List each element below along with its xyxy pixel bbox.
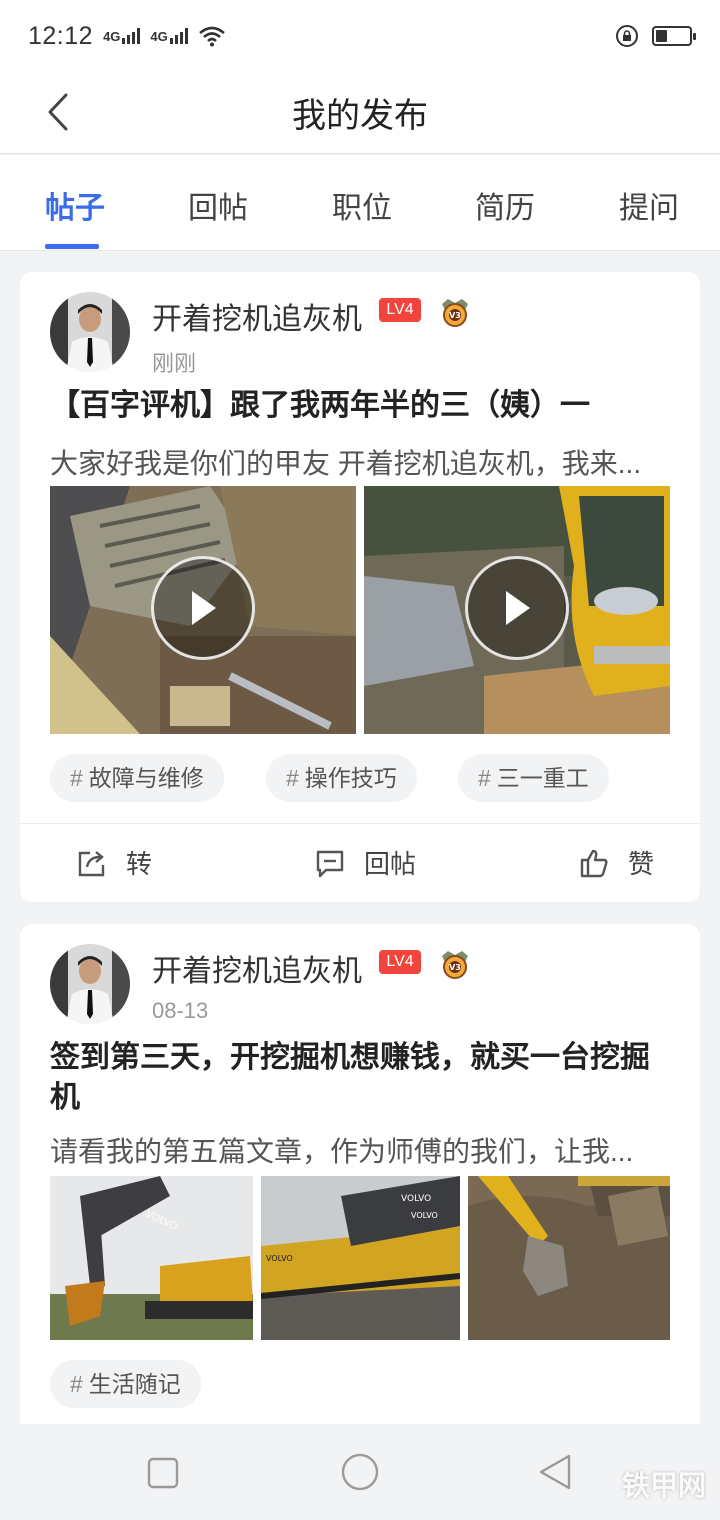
post-image[interactable] xyxy=(468,1176,670,1340)
tab-bar: 帖子 回帖 职位 简历 提问 xyxy=(0,155,720,251)
topic-tag[interactable]: # 故障与维修 xyxy=(50,754,224,802)
thumbs-up-icon xyxy=(580,849,608,877)
signal-icon: 4G xyxy=(103,28,141,44)
tag-label: 生活随记 xyxy=(88,1371,181,1397)
post-card-2[interactable]: 开着挖机追灰机 LV4 V3 08-13 签到第三天，开挖掘机想赚钱，就买一台挖… xyxy=(20,924,700,1444)
topic-tag[interactable]: # 生活随记 xyxy=(50,1360,201,1408)
post-excerpt[interactable]: 大家好我是你们的甲友 开着挖机追灰机，我来... xyxy=(50,442,670,482)
reply-label: 回帖 xyxy=(364,849,417,879)
network-type-label-2: 4G xyxy=(150,29,168,44)
vip-badge-icon: V3 xyxy=(442,299,468,327)
post-time: 刚刚 xyxy=(152,351,197,376)
hash-icon: # xyxy=(70,765,83,791)
network-type-label: 4G xyxy=(103,29,121,44)
chevron-left-icon xyxy=(48,93,68,131)
post-title[interactable]: 【百字评机】跟了我两年半的三（姨）一 xyxy=(50,386,675,426)
post-title[interactable]: 签到第三天，开挖掘机想赚钱，就买一台挖掘机 xyxy=(50,1038,675,1118)
play-icon xyxy=(506,591,530,625)
video-thumbnail-2[interactable] xyxy=(364,486,670,734)
post-excerpt[interactable]: 请看我的第五篇文章，作为师傅的我们，让我... xyxy=(50,1130,670,1170)
system-navigation-bar: 铁甲网 xyxy=(0,1424,720,1520)
back-nav-button[interactable] xyxy=(537,1452,573,1492)
author-name[interactable]: 开着挖机追灰机 xyxy=(152,946,362,990)
tag-label: 操作技巧 xyxy=(304,765,397,791)
share-icon xyxy=(78,850,105,876)
svg-text:V3: V3 xyxy=(449,311,461,320)
avatar[interactable] xyxy=(50,944,130,1024)
active-tab-indicator xyxy=(45,244,99,249)
tab-jobs[interactable]: 职位 xyxy=(332,183,392,227)
share-button[interactable]: 转 xyxy=(76,844,152,881)
battery-icon xyxy=(652,26,696,46)
tab-posts[interactable]: 帖子 xyxy=(45,183,105,227)
home-button[interactable] xyxy=(340,1452,380,1492)
recent-apps-button[interactable] xyxy=(146,1456,180,1490)
rotation-lock-icon xyxy=(616,25,638,47)
play-button[interactable] xyxy=(465,556,569,660)
svg-text:VOLVO: VOLVO xyxy=(266,1254,293,1263)
hash-icon: # xyxy=(478,765,491,791)
status-bar: 12:12 4G 4G xyxy=(0,0,720,72)
tag-label: 故障与维修 xyxy=(88,765,204,791)
avatar[interactable] xyxy=(50,292,130,372)
play-icon xyxy=(192,591,216,625)
post-time: 08-13 xyxy=(152,998,209,1023)
like-label: 赞 xyxy=(628,849,655,879)
video-thumbnail[interactable] xyxy=(50,486,356,734)
tag-label: 三一重工 xyxy=(496,765,589,791)
hash-icon: # xyxy=(286,765,299,791)
tab-resume[interactable]: 简历 xyxy=(475,183,535,227)
hash-icon: # xyxy=(70,1371,83,1397)
topic-tag[interactable]: # 三一重工 xyxy=(458,754,609,802)
page-title: 我的发布 xyxy=(292,97,428,135)
comment-icon xyxy=(316,850,344,877)
tab-questions[interactable]: 提问 xyxy=(619,183,679,227)
watermark-logo: 铁甲网 xyxy=(621,1470,706,1501)
wifi-icon xyxy=(198,26,225,47)
status-time: 12:12 xyxy=(28,21,94,50)
reply-button[interactable]: 回帖 xyxy=(314,844,416,881)
post-image[interactable]: VOLVO VOLVO VOLVO xyxy=(261,1176,460,1340)
back-button[interactable] xyxy=(36,86,80,138)
vip-badge-icon: V3 xyxy=(442,951,468,979)
like-button[interactable]: 赞 xyxy=(578,844,654,881)
topic-tag[interactable]: # 操作技巧 xyxy=(266,754,417,802)
header-bar: 我的发布 xyxy=(0,72,720,154)
level-badge: LV4 xyxy=(379,298,421,322)
signal-icon-2: 4G xyxy=(150,28,188,44)
play-button[interactable] xyxy=(151,556,255,660)
post-card[interactable]: 开着挖机追灰机 LV4 V3 刚刚 【百字评机】跟了我两年半的三（姨）一 大家好… xyxy=(20,272,700,902)
share-label: 转 xyxy=(126,849,153,879)
post-image[interactable]: VOLVO xyxy=(50,1176,253,1340)
svg-text:VOLVO: VOLVO xyxy=(411,1211,438,1220)
divider xyxy=(20,823,700,824)
author-name[interactable]: 开着挖机追灰机 xyxy=(152,294,362,338)
svg-text:V3: V3 xyxy=(449,963,461,972)
svg-text:VOLVO: VOLVO xyxy=(401,1194,431,1204)
tab-replies[interactable]: 回帖 xyxy=(188,183,248,227)
level-badge: LV4 xyxy=(379,950,421,974)
